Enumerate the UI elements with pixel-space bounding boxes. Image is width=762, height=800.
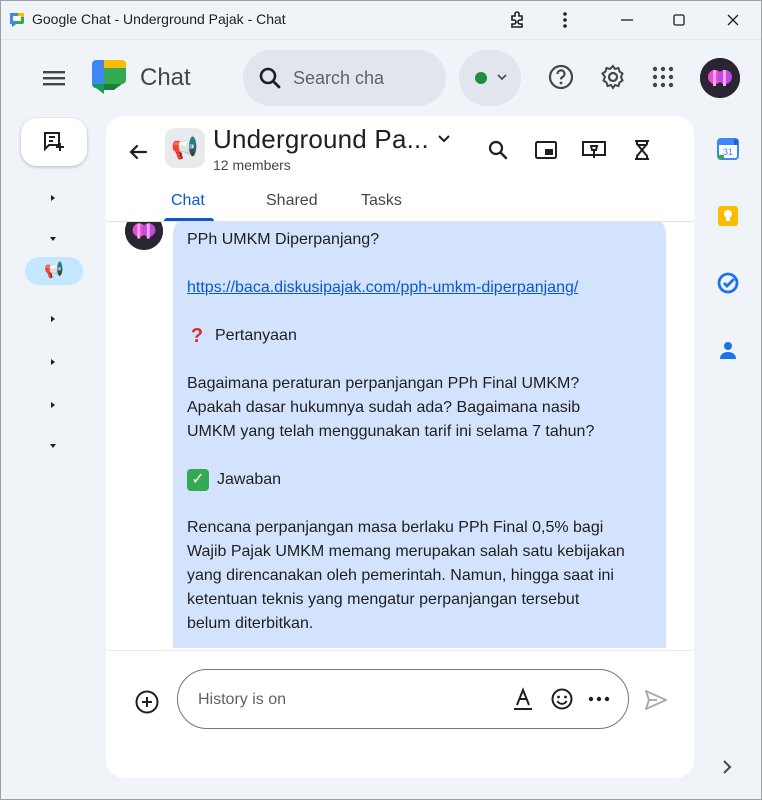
more-actions-icon[interactable] (586, 686, 612, 712)
maximize-button[interactable] (664, 6, 694, 34)
tab-chat[interactable]: Chat (171, 192, 205, 210)
space-shortcut-active[interactable]: 📢 (25, 257, 83, 285)
tab-tasks[interactable]: Tasks (361, 192, 402, 210)
keep-notes-icon[interactable] (715, 203, 741, 229)
status-selector[interactable] (459, 50, 521, 106)
tab-bar: Chat Shared Tasks (106, 178, 694, 222)
answer-line: Rencana perpanjangan masa berlaku PPh Fi… (187, 519, 604, 536)
picture-in-picture-icon[interactable] (532, 136, 560, 164)
calendar-icon[interactable]: 31 (715, 136, 741, 162)
answer-line: yang direncanakan oleh pemerintah. Namun… (187, 567, 614, 584)
message-input[interactable] (198, 688, 498, 712)
text-format-icon[interactable] (510, 686, 536, 712)
account-avatar[interactable] (700, 58, 740, 98)
question-line: Apakah dasar hukumnya sudah ada? Bagaima… (187, 399, 581, 416)
contacts-icon[interactable] (715, 337, 741, 363)
help-icon[interactable] (544, 60, 578, 94)
apps-grid-icon[interactable] (646, 60, 680, 94)
question-line: Bagaimana peraturan perpanjangan PPh Fin… (187, 375, 580, 392)
new-chat-button[interactable] (21, 118, 87, 166)
question-line: UMKM yang telah menggunakan tarif ini se… (187, 423, 595, 440)
space-title[interactable]: Underground Pa... (213, 124, 429, 155)
composer-divider (106, 650, 694, 651)
space-avatar: 📢 (165, 128, 205, 168)
answer-label: Jawaban (217, 471, 282, 488)
sender-avatar[interactable] (125, 222, 163, 250)
message-list[interactable]: PPh UMKM Diperpanjang? https://baca.disk… (106, 222, 694, 648)
search-icon (259, 67, 281, 89)
expand-caret-icon[interactable] (44, 310, 62, 328)
settings-gear-icon[interactable] (596, 60, 630, 94)
message-heading: PPh UMKM Diperpanjang? (187, 231, 380, 248)
collapse-caret-icon[interactable] (44, 437, 62, 455)
app-name: Chat (140, 64, 191, 91)
chat-panel: 📢 Underground Pa... 12 members Chat Shar… (106, 116, 694, 778)
question-mark-icon: ? (190, 325, 204, 347)
search-icon[interactable] (484, 136, 512, 164)
window-title: Google Chat - Underground Pajak - Chat (32, 11, 286, 27)
pin-board-icon[interactable] (580, 136, 608, 164)
answer-line: belum diterbitkan. (187, 615, 314, 632)
send-icon[interactable] (643, 687, 669, 713)
hourglass-icon[interactable] (628, 136, 656, 164)
tab-shared[interactable]: Shared (266, 192, 318, 210)
expand-caret-icon[interactable] (44, 353, 62, 371)
main-menu-icon[interactable] (40, 64, 68, 92)
new-chat-icon (44, 132, 64, 152)
emoji-icon[interactable] (549, 686, 575, 712)
chevron-down-icon (497, 74, 507, 81)
svg-text:31: 31 (723, 147, 733, 157)
close-button[interactable] (718, 6, 748, 34)
check-mark-icon: ✓ (187, 469, 209, 491)
search-input[interactable] (293, 66, 433, 90)
megaphone-icon: 📢 (171, 135, 199, 160)
tasks-icon[interactable] (715, 270, 741, 296)
chat-logo-icon (92, 60, 126, 94)
megaphone-icon: 📢 (44, 262, 64, 279)
chevron-down-icon[interactable] (436, 130, 452, 146)
extensions-icon[interactable] (502, 6, 532, 34)
expand-caret-icon[interactable] (44, 396, 62, 414)
window-titlebar: Google Chat - Underground Pajak - Chat (0, 0, 762, 40)
expand-caret-icon[interactable] (44, 189, 62, 207)
minimize-button[interactable] (612, 6, 642, 34)
add-attachment-icon[interactable] (134, 689, 160, 715)
chevron-right-icon[interactable] (716, 756, 738, 778)
google-chat-icon (10, 13, 24, 27)
message-bubble[interactable]: PPh UMKM Diperpanjang? https://baca.disk… (173, 222, 666, 648)
search-bar[interactable] (243, 50, 446, 106)
member-count[interactable]: 12 members (213, 157, 291, 173)
status-dot (475, 72, 487, 84)
collapse-caret-icon[interactable] (44, 230, 62, 248)
back-arrow-icon[interactable] (124, 138, 152, 166)
more-options-icon[interactable] (550, 6, 580, 34)
message-composer[interactable] (177, 669, 629, 729)
answer-line: Wajib Pajak UMKM memang merupakan salah … (187, 543, 625, 560)
active-tab-indicator (164, 218, 214, 221)
answer-line: ketentuan teknis yang mengatur perpanjan… (187, 591, 580, 608)
article-link[interactable]: https://baca.diskusipajak.com/pph-umkm-d… (187, 279, 578, 296)
question-label: Pertanyaan (215, 327, 297, 344)
